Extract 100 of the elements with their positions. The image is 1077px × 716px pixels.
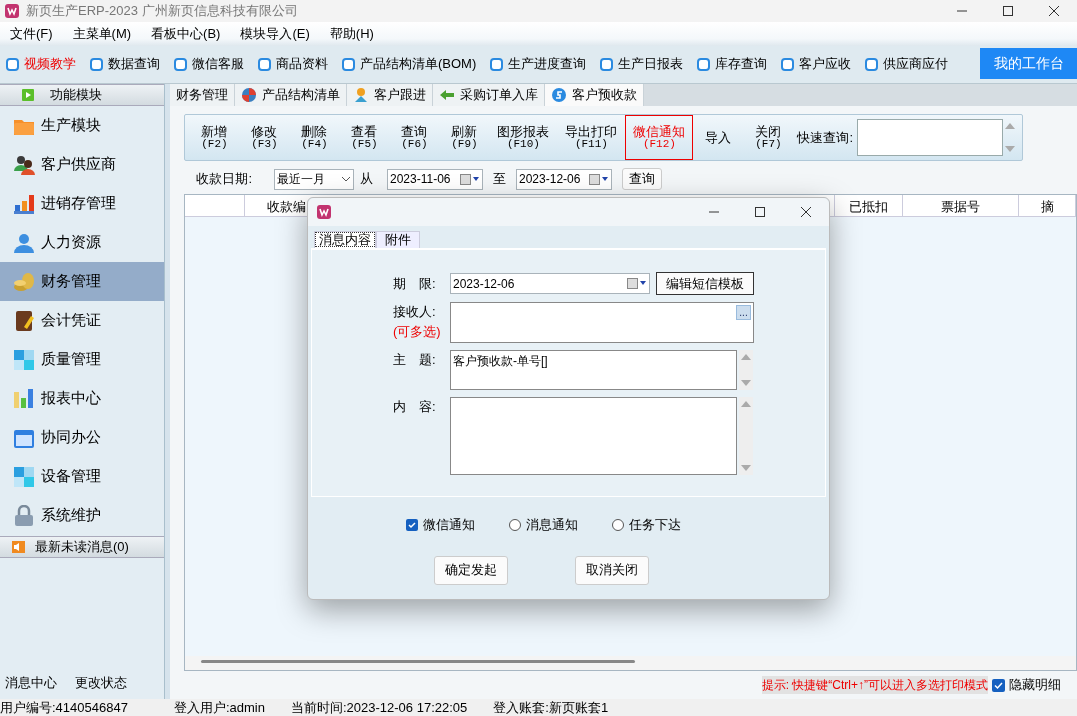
dialog-button[interactable]: 取消关闭 [575, 555, 649, 585]
date-field[interactable]: 2023-12-06 [516, 168, 612, 190]
toolbar-button[interactable]: 刷新 (F9) [439, 115, 490, 160]
sidebar-item[interactable]: 设备管理 [0, 457, 165, 496]
square-icon [600, 57, 614, 71]
menu-item[interactable]: 帮助(H) [319, 24, 384, 44]
document-tab[interactable]: 客户跟进 [347, 84, 434, 106]
sidebar-item[interactable]: 财务管理 [0, 262, 165, 301]
toolbar-button[interactable]: 关闭 (F7) [743, 115, 794, 160]
scrollbar[interactable] [739, 397, 753, 475]
sidebar-title: 功能模块 [50, 86, 102, 105]
quick-link[interactable]: 视频教学 [0, 54, 84, 74]
scroll-down-icon[interactable] [1005, 146, 1015, 152]
document-tab[interactable]: 客户预收款 [545, 84, 645, 106]
toolbar-button[interactable]: 查看 (F5) [339, 115, 390, 160]
document-tab[interactable]: 产品结构清单 [235, 84, 348, 106]
quick-search-field[interactable] [857, 119, 1003, 156]
sidebar-item[interactable]: 报表中心 [0, 379, 165, 418]
sidebar-item[interactable]: 质量管理 [0, 340, 165, 379]
query-button[interactable]: 查询 [622, 168, 662, 190]
quick-link[interactable]: 供应商应付 [859, 54, 957, 74]
quick-search-label: 快速查询: [797, 128, 853, 147]
sidebar-item[interactable]: 会计凭证 [0, 301, 165, 340]
close-icon [1048, 5, 1060, 17]
dialog-tab[interactable]: 消息内容 [314, 231, 376, 248]
quick-link[interactable]: 数据查询 [84, 54, 168, 74]
field-label: 内 容: [392, 398, 437, 416]
document-tab[interactable]: 财务管理 [170, 84, 236, 106]
checkbox-option[interactable]: 微信通知 [406, 515, 509, 535]
scroll-up-icon[interactable] [741, 401, 751, 407]
square-icon [258, 57, 271, 71]
square-icon [342, 57, 355, 71]
sidebar-item[interactable]: 进销存管理 [0, 184, 165, 223]
scrollbar-thumb[interactable] [201, 660, 636, 663]
toolbar-button[interactable]: 导出打印 (F11) [557, 115, 626, 160]
quick-link[interactable]: 商品资料 [252, 54, 336, 74]
bar-chart-icon [13, 192, 35, 215]
date-field[interactable]: 2023-11-06 [387, 168, 483, 190]
status-text: 登入账套:新页账套1 [493, 699, 609, 716]
sidebar-item[interactable]: 协同办公 [0, 418, 165, 457]
checkbox-checked-icon [406, 518, 418, 531]
quick-link[interactable]: 客户应收 [775, 54, 860, 74]
s-ball-icon [551, 87, 568, 103]
hide-details-checkbox[interactable]: 隐藏明细 [992, 675, 1061, 695]
status-text: 用户编号:4140546847 [0, 699, 128, 716]
workbench-button[interactable]: 我的工作台 [980, 48, 1077, 79]
toolbar-button[interactable]: 删除 (F4) [289, 115, 340, 160]
scroll-down-icon[interactable] [741, 465, 751, 471]
toolbar-button[interactable]: 导入 [693, 115, 744, 160]
lock-icon [13, 504, 35, 527]
dialog-tab[interactable]: 附件 [376, 231, 420, 248]
toolbar-button[interactable]: 新增 (F2) [189, 115, 240, 160]
quick-link[interactable]: 生产进度查询 [484, 54, 595, 74]
menu-item[interactable]: 模块导入(E) [230, 24, 320, 44]
square-icon [174, 57, 187, 71]
status-text: 当前时间:2023-12-06 17:22:05 [290, 699, 468, 716]
content-field[interactable] [450, 397, 737, 475]
radio-option[interactable]: 消息通知 [509, 515, 612, 535]
quick-link[interactable]: 微信客服 [168, 54, 252, 74]
radio-icon [612, 518, 624, 531]
quick-link[interactable]: 产品结构清单(BOM) [336, 54, 485, 74]
radio-option[interactable]: 任务下达 [612, 515, 715, 535]
menu-item[interactable]: 看板中心(B) [141, 24, 231, 44]
scroll-up-icon[interactable] [1005, 123, 1015, 129]
menu-item[interactable]: 主菜单(M) [62, 24, 142, 44]
tiles-icon [13, 348, 35, 371]
scroll-up-icon[interactable] [741, 354, 751, 360]
toolbar-button[interactable]: 查询 (F6) [389, 115, 440, 160]
chevron-down-icon [341, 176, 351, 182]
template-button[interactable]: 编辑短信模板 [656, 272, 754, 295]
toolbar-button[interactable]: 图形报表 (F10) [489, 115, 558, 160]
sidebar-item[interactable]: 人力资源 [0, 223, 165, 262]
toolbar-button[interactable]: 微信通知 (F12) [625, 115, 694, 160]
deadline-field[interactable]: 2023-12-06 [450, 273, 650, 294]
from-label: 从 [360, 170, 373, 189]
footer-link[interactable]: 消息中心 [5, 672, 57, 692]
subject-field[interactable]: 客户预收款-单号[] [450, 350, 737, 390]
range-dropdown[interactable]: 最近一月 [274, 168, 354, 190]
scrollbar[interactable] [739, 350, 753, 390]
calendar-dropdown-icon [589, 173, 609, 185]
dialog-button[interactable]: 确定发起 [434, 555, 508, 585]
app-logo-icon [316, 204, 332, 220]
column-header: 摘 [1019, 195, 1076, 216]
quick-link[interactable]: 生产日报表 [594, 54, 692, 74]
app-logo-icon [4, 3, 20, 19]
document-tab[interactable]: 采购订单入库 [433, 84, 546, 106]
sidebar-item[interactable]: 系统维护 [0, 496, 165, 535]
quick-link[interactable]: 库存查询 [691, 54, 776, 74]
recipient-field[interactable]: ... [450, 302, 754, 343]
to-label: 至 [493, 170, 506, 189]
toolbar-button[interactable]: 修改 (F3) [239, 115, 290, 160]
picker-button[interactable]: ... [736, 305, 751, 320]
maximize-icon [1002, 5, 1014, 17]
menu-item[interactable]: 文件(F) [0, 24, 63, 44]
scroll-down-icon[interactable] [741, 380, 751, 386]
square-icon [865, 57, 879, 71]
person-icon [13, 231, 35, 254]
footer-link[interactable]: 更改状态 [75, 672, 127, 692]
sidebar-item[interactable]: 生产模块 [0, 106, 165, 145]
sidebar-item[interactable]: 客户供应商 [0, 145, 165, 184]
